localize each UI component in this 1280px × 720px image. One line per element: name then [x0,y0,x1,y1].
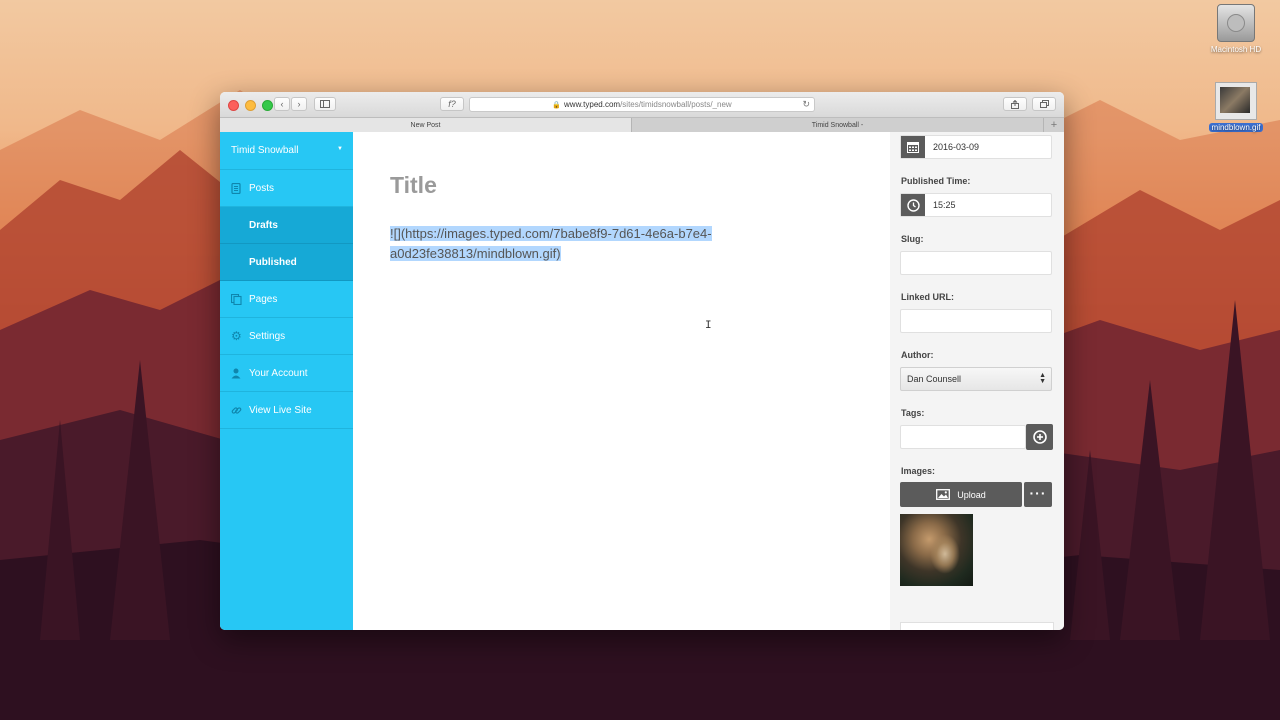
site-name: Timid Snowball [231,145,299,156]
browser-window: ‹ › f? 🔒 www.typed.com/sites/timidsnowba… [220,92,1064,630]
tab-timid-snowball[interactable]: Timid Snowball - [632,118,1044,132]
pages-icon [231,293,249,305]
published-date-field[interactable]: 2016-03-09 [900,135,1052,159]
desktop-icon-mindblown-gif[interactable]: mindblown.gif [1200,82,1272,132]
hard-drive-icon [1217,4,1255,42]
sidebar-item-label: View Live Site [249,404,312,416]
sidebar-item-published[interactable]: Published [220,244,353,281]
published-time-label: Published Time: [901,176,971,186]
linked-url-label: Linked URL: [901,292,954,302]
plus-circle-icon [1032,430,1047,444]
tabs-overview-button[interactable] [1032,97,1056,111]
images-label: Images: [901,466,936,476]
plus-icon: + [1050,119,1058,131]
post-title-input[interactable]: Title [390,172,437,199]
desktop-icon-label: mindblown.gif [1208,123,1264,132]
url-domain: www.typed.com [564,100,621,109]
sidebar-item-label: Pages [249,293,278,305]
sidebar-item-your-account[interactable]: Your Account [220,355,353,392]
address-bar[interactable]: 🔒 www.typed.com/sites/timidsnowball/post… [469,97,815,112]
caret-down-icon: ▼ [337,146,343,152]
window-controls [228,100,273,111]
more-dots-icon: ··· [1029,484,1047,501]
tabs-icon [1039,100,1049,108]
sidebar-item-view-live-site[interactable]: View Live Site [220,392,353,429]
close-window-button[interactable] [228,100,239,111]
tab-new-post[interactable]: New Post [220,118,632,132]
image-file-icon [1215,82,1257,120]
published-date-value: 2016-03-09 [933,142,980,152]
post-editor[interactable]: Title ![](https://images.typed.com/7babe… [353,132,890,630]
add-tag-button[interactable] [1026,424,1053,450]
sidebar-icon [320,100,330,108]
published-time-field[interactable]: 15:25 [900,193,1052,217]
upload-button[interactable]: Upload [900,482,1022,507]
uploaded-image-thumbnail[interactable] [900,514,973,586]
author-value: Dan Counsell [907,374,962,384]
clock-icon [901,194,925,216]
sidebar-item-label: Posts [249,182,275,194]
sidebar-item-settings[interactable]: ⚙ Settings [220,318,353,355]
sidebar-item-pages[interactable]: Pages [220,281,353,318]
minimize-window-button[interactable] [245,100,256,111]
reader-button[interactable]: f? [440,97,464,111]
share-button[interactable] [1003,97,1027,111]
author-label: Author: [901,350,934,360]
slug-input[interactable] [900,251,1052,275]
post-settings-panel: 2016-03-09 Published Time: 15:25 Slug: L… [890,132,1064,630]
sidebar-item-label: Settings [249,330,286,342]
text-cursor-icon: I [705,320,712,332]
desktop-icon-label: Macintosh HD [1210,45,1262,54]
back-button[interactable]: ‹ [274,97,290,111]
gear-icon: ⚙ [231,329,242,343]
document-icon [231,182,249,194]
link-icon [231,405,249,416]
calendar-icon [901,136,925,158]
sidebar-toggle-button[interactable] [314,97,336,111]
linked-url-input[interactable] [900,309,1052,333]
reload-icon[interactable]: ↻ [802,99,810,110]
post-body-textarea[interactable]: ![](https://images.typed.com/7babe8f9-7d… [390,224,853,264]
url-path: /sites/timidsnowball/posts/_new [620,100,732,109]
tab-bar: New Post Timid Snowball - + [220,118,1064,133]
sidebar: Timid Snowball ▼ Posts Drafts Published … [220,132,353,630]
sidebar-item-drafts[interactable]: Drafts [220,207,353,244]
select-arrows-icon: ▲ ▼ [1039,372,1046,385]
chevron-right-icon: › [297,99,301,109]
partial-field [900,622,1054,630]
sidebar-item-posts[interactable]: Posts [220,170,353,207]
lock-icon: 🔒 [552,101,562,109]
slug-label: Slug: [901,234,924,244]
selected-text: ![](https://images.typed.com/7babe8f9-7d… [390,226,712,261]
site-switcher[interactable]: Timid Snowball ▼ [220,132,353,170]
sidebar-item-label: Drafts [249,219,278,231]
reader-icon: f? [448,99,456,109]
upload-button-label: Upload [957,489,986,500]
image-options-button[interactable]: ··· [1024,482,1052,507]
share-icon [1011,99,1019,109]
browser-toolbar: ‹ › f? 🔒 www.typed.com/sites/timidsnowba… [220,92,1064,118]
forward-button[interactable]: › [291,97,307,111]
tags-input[interactable] [900,425,1026,449]
zoom-window-button[interactable] [262,100,273,111]
published-time-value: 15:25 [933,200,956,210]
new-tab-button[interactable]: + [1044,118,1064,132]
tags-label: Tags: [901,408,925,418]
user-icon [231,368,249,379]
image-icon [936,489,951,500]
sidebar-item-label: Your Account [249,367,308,379]
author-select[interactable]: Dan Counsell ▲ ▼ [900,367,1052,391]
app-content: Timid Snowball ▼ Posts Drafts Published … [220,132,1064,630]
chevron-left-icon: ‹ [280,99,284,109]
desktop-icon-macintosh-hd[interactable]: Macintosh HD [1200,4,1272,54]
sidebar-item-label: Published [249,256,297,268]
